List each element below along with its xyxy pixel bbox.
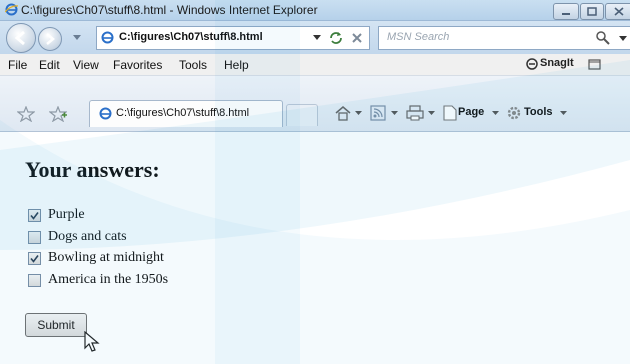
maximize-button[interactable] [580,3,604,20]
menu-tools[interactable]: Tools [179,58,207,72]
title-bar: C:\figures\Ch07\stuff\8.html - Windows I… [0,0,630,21]
minimize-icon [562,13,570,15]
answer-label: Bowling at midnight [48,250,164,265]
feeds-icon[interactable] [370,105,386,121]
maximize-icon [587,7,597,16]
answer-label: America in the 1950s [48,272,169,287]
page-menu-icon[interactable] [443,105,457,121]
favorites-star-icon[interactable] [17,106,35,122]
page-heading: Your answers: [25,157,160,182]
tools-menu-button[interactable]: Tools [524,106,553,118]
tab-title: C:\figures\Ch07\stuff\8.html [116,107,250,119]
tools-gear-icon[interactable] [506,105,522,121]
address-dropdown-icon[interactable] [313,35,321,41]
search-placeholder: MSN Search [387,31,450,43]
close-button[interactable] [605,3,630,20]
forward-button[interactable] [38,27,62,51]
page-icon [101,31,114,44]
snagit-button[interactable]: SnagIt [540,57,574,69]
snagit-icon [526,58,538,70]
minimize-button[interactable] [553,3,579,20]
home-icon[interactable] [334,105,352,121]
new-tab-button[interactable] [286,104,318,126]
address-bar[interactable]: C:\figures\Ch07\stuff\8.html [96,26,370,50]
refresh-icon[interactable] [328,30,344,46]
print-dropdown-icon[interactable] [428,111,435,116]
tab-bar: C:\figures\Ch07\stuff\8.html Page Tools [0,76,630,132]
page-menu-button[interactable]: Page [458,106,484,118]
feeds-dropdown-icon[interactable] [391,111,398,116]
tab-page-icon [99,107,112,120]
answer-label: Dogs and cats [48,229,127,244]
menu-bar: File Edit View Favorites Tools Help Snag… [0,54,630,76]
back-arrow-icon [14,30,25,46]
menu-edit[interactable]: Edit [39,58,60,72]
add-favorite-icon[interactable] [49,106,67,122]
ie-logo-icon [5,3,18,16]
tools-dropdown-icon[interactable] [560,111,567,116]
page-content: Your answers: Purple Dogs and cats Bowli… [0,132,630,364]
answer-checkbox[interactable] [28,231,41,244]
menu-favorites[interactable]: Favorites [113,58,162,72]
menu-file[interactable]: File [8,58,27,72]
forward-arrow-icon [46,33,55,45]
menu-help[interactable]: Help [224,58,249,72]
address-text: C:\figures\Ch07\stuff\8.html [119,31,263,43]
browser-tab[interactable]: C:\figures\Ch07\stuff\8.html [89,100,283,127]
answer-checkbox[interactable] [28,209,41,222]
submit-button[interactable]: Submit [25,313,87,337]
back-button[interactable] [6,23,36,53]
home-dropdown-icon[interactable] [355,111,362,116]
window-title: C:\figures\Ch07\stuff\8.html - Windows I… [21,3,318,17]
answer-checkbox[interactable] [28,274,41,287]
menu-view[interactable]: View [73,58,99,72]
search-box[interactable]: MSN Search [378,26,630,50]
history-dropdown-icon[interactable] [73,35,81,41]
snagit-capture-icon[interactable] [588,58,602,70]
page-dropdown-icon[interactable] [492,111,499,116]
print-icon[interactable] [406,105,424,121]
answer-label: Purple [48,207,85,222]
checkmark-icon [30,212,39,220]
search-dropdown-icon[interactable] [619,36,627,42]
mouse-cursor-icon [84,331,100,352]
checkmark-icon [30,255,39,263]
close-icon [614,7,624,16]
navigation-bar: C:\figures\Ch07\stuff\8.html MSN Search [0,21,630,54]
stop-icon[interactable] [350,31,364,45]
answer-checkbox[interactable] [28,252,41,265]
search-icon[interactable] [595,30,611,46]
